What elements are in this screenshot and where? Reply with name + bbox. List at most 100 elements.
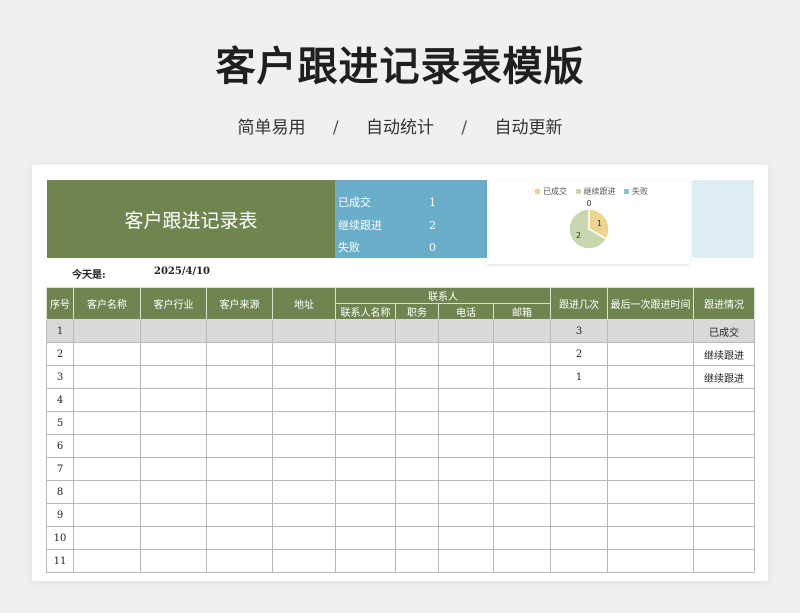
cell-email[interactable] xyxy=(493,434,551,458)
cell-follow-times[interactable]: 2 xyxy=(550,342,608,366)
cell-industry[interactable] xyxy=(140,342,207,366)
col-source[interactable]: 客户来源 xyxy=(206,287,273,320)
cell-industry[interactable] xyxy=(140,457,207,481)
cell-last-follow-time[interactable] xyxy=(607,342,694,366)
cell-source[interactable] xyxy=(206,388,273,412)
cell-index[interactable]: 2 xyxy=(46,342,74,366)
cell-follow-times[interactable] xyxy=(550,480,608,504)
cell-source[interactable] xyxy=(206,319,273,343)
cell-position[interactable] xyxy=(395,503,439,527)
table-row[interactable]: 9 xyxy=(46,503,755,527)
table-row[interactable]: 11 xyxy=(46,549,755,573)
cell-address[interactable] xyxy=(272,365,336,389)
cell-email[interactable] xyxy=(493,342,551,366)
cell-index[interactable]: 11 xyxy=(46,549,74,573)
cell-follow-status[interactable] xyxy=(693,388,755,412)
cell-industry[interactable] xyxy=(140,388,207,412)
cell-source[interactable] xyxy=(206,549,273,573)
cell-follow-status[interactable] xyxy=(693,503,755,527)
cell-last-follow-time[interactable] xyxy=(607,319,694,343)
stat-row-failed[interactable]: 失败 0 xyxy=(335,237,487,259)
cell-contact-name[interactable] xyxy=(335,388,396,412)
cell-index[interactable]: 7 xyxy=(46,457,74,481)
cell-follow-times[interactable]: 1 xyxy=(550,365,608,389)
cell-index[interactable]: 5 xyxy=(46,411,74,435)
cell-source[interactable] xyxy=(206,526,273,550)
cell-phone[interactable] xyxy=(438,549,494,573)
cell-position[interactable] xyxy=(395,319,439,343)
table-row[interactable]: 8 xyxy=(46,480,755,504)
cell-customer-name[interactable] xyxy=(73,549,141,573)
cell-industry[interactable] xyxy=(140,365,207,389)
cell-industry[interactable] xyxy=(140,503,207,527)
cell-position[interactable] xyxy=(395,526,439,550)
cell-customer-name[interactable] xyxy=(73,434,141,458)
cell-email[interactable] xyxy=(493,503,551,527)
cell-email[interactable] xyxy=(493,549,551,573)
col-email[interactable]: 邮箱 xyxy=(493,303,551,320)
sheet-banner[interactable]: 客户跟进记录表 xyxy=(47,180,335,258)
cell-position[interactable] xyxy=(395,480,439,504)
cell-industry[interactable] xyxy=(140,434,207,458)
cell-contact-name[interactable] xyxy=(335,319,396,343)
cell-follow-times[interactable] xyxy=(550,549,608,573)
table-row[interactable]: 10 xyxy=(46,526,755,550)
cell-phone[interactable] xyxy=(438,411,494,435)
cell-position[interactable] xyxy=(395,411,439,435)
cell-email[interactable] xyxy=(493,411,551,435)
cell-follow-times[interactable] xyxy=(550,503,608,527)
cell-last-follow-time[interactable] xyxy=(607,549,694,573)
cell-contact-name[interactable] xyxy=(335,365,396,389)
cell-index[interactable]: 10 xyxy=(46,526,74,550)
stat-row-closed[interactable]: 已成交 1 xyxy=(335,192,487,214)
col-customer-name[interactable]: 客户名称 xyxy=(73,287,141,320)
cell-email[interactable] xyxy=(493,365,551,389)
cell-contact-name[interactable] xyxy=(335,526,396,550)
cell-follow-times[interactable]: 3 xyxy=(550,319,608,343)
cell-contact-name[interactable] xyxy=(335,457,396,481)
cell-source[interactable] xyxy=(206,480,273,504)
cell-follow-status[interactable] xyxy=(693,526,755,550)
col-phone[interactable]: 电话 xyxy=(438,303,494,320)
table-row[interactable]: 5 xyxy=(46,411,755,435)
cell-email[interactable] xyxy=(493,319,551,343)
cell-position[interactable] xyxy=(395,342,439,366)
cell-contact-name[interactable] xyxy=(335,503,396,527)
col-last-follow-time[interactable]: 最后一次跟进时间 xyxy=(607,287,694,320)
cell-follow-status[interactable] xyxy=(693,480,755,504)
cell-index[interactable]: 8 xyxy=(46,480,74,504)
cell-customer-name[interactable] xyxy=(73,526,141,550)
cell-phone[interactable] xyxy=(438,365,494,389)
stats-panel[interactable]: 已成交 1 继续跟进 2 失败 0 xyxy=(335,180,487,258)
cell-source[interactable] xyxy=(206,503,273,527)
cell-address[interactable] xyxy=(272,549,336,573)
cell-follow-times[interactable] xyxy=(550,434,608,458)
cell-position[interactable] xyxy=(395,434,439,458)
cell-email[interactable] xyxy=(493,388,551,412)
cell-last-follow-time[interactable] xyxy=(607,411,694,435)
cell-industry[interactable] xyxy=(140,480,207,504)
cell-follow-times[interactable] xyxy=(550,388,608,412)
cell-follow-status[interactable]: 已成交 xyxy=(693,319,755,343)
cell-customer-name[interactable] xyxy=(73,457,141,481)
cell-industry[interactable] xyxy=(140,411,207,435)
cell-address[interactable] xyxy=(272,388,336,412)
cell-address[interactable] xyxy=(272,480,336,504)
cell-follow-status[interactable]: 继续跟进 xyxy=(693,365,755,389)
cell-contact-name[interactable] xyxy=(335,411,396,435)
cell-phone[interactable] xyxy=(438,319,494,343)
cell-last-follow-time[interactable] xyxy=(607,365,694,389)
cell-index[interactable]: 3 xyxy=(46,365,74,389)
cell-email[interactable] xyxy=(493,526,551,550)
col-follow-status[interactable]: 跟进情况 xyxy=(693,287,755,320)
col-industry[interactable]: 客户行业 xyxy=(140,287,207,320)
cell-address[interactable] xyxy=(272,434,336,458)
cell-index[interactable]: 9 xyxy=(46,503,74,527)
cell-follow-times[interactable] xyxy=(550,457,608,481)
cell-industry[interactable] xyxy=(140,319,207,343)
cell-follow-status[interactable] xyxy=(693,549,755,573)
cell-contact-name[interactable] xyxy=(335,549,396,573)
cell-phone[interactable] xyxy=(438,526,494,550)
cell-index[interactable]: 1 xyxy=(46,319,74,343)
table-row[interactable]: 1 3 已成交 xyxy=(46,319,755,343)
